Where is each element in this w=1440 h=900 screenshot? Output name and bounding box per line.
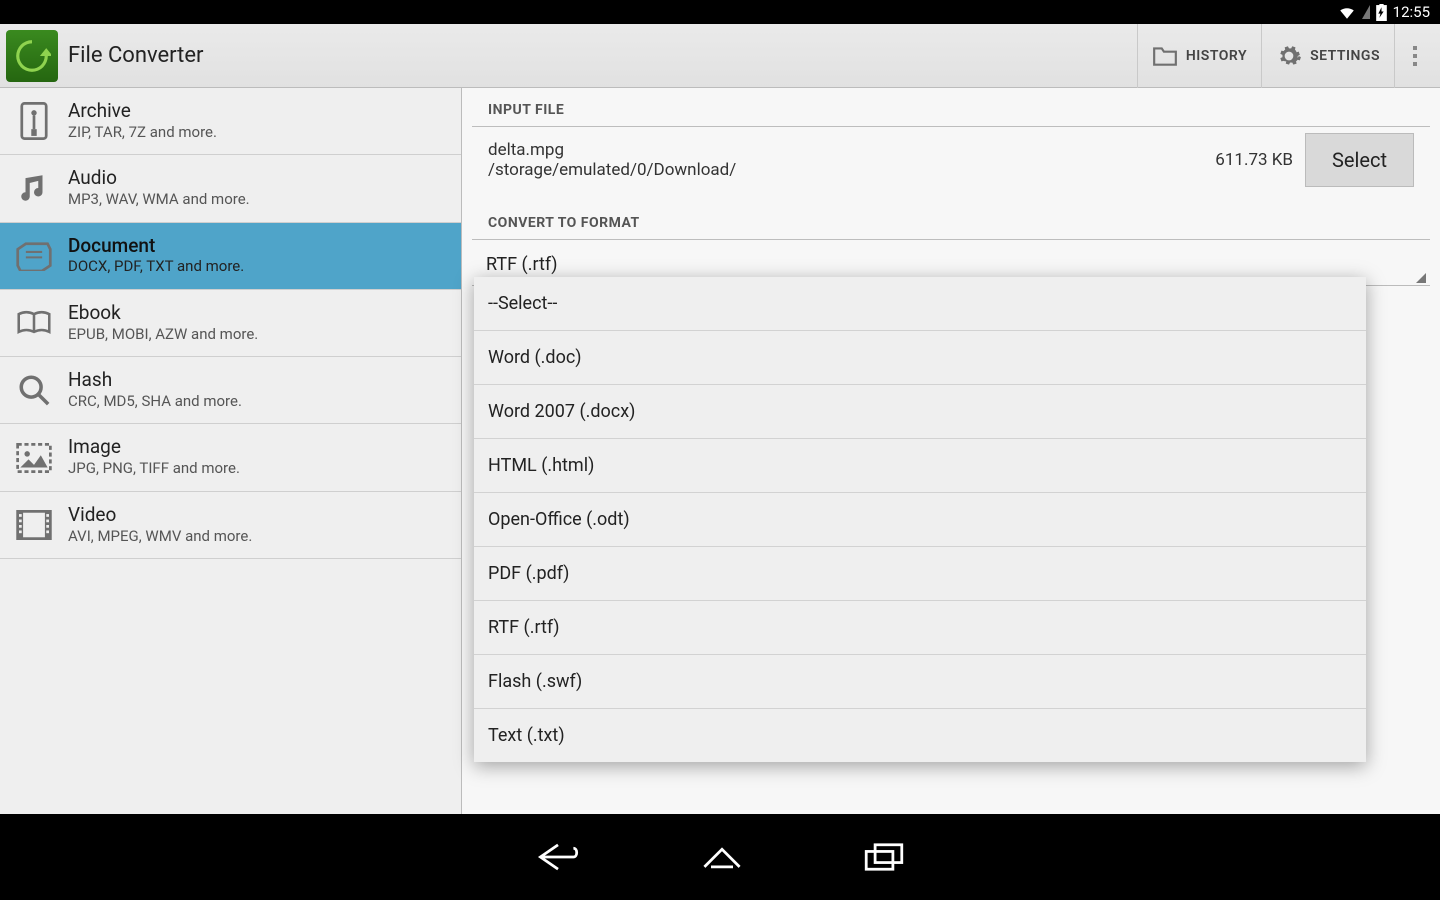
music-note-icon	[17, 171, 51, 205]
dropdown-option[interactable]: RTF (.rtf)	[474, 601, 1366, 655]
sidebar-item-sub: AVI, MPEG, WMV and more.	[68, 527, 252, 547]
cell-signal-icon	[1362, 5, 1370, 19]
magnifier-icon	[17, 373, 51, 407]
archive-icon	[17, 102, 51, 140]
dropdown-option[interactable]: --Select--	[474, 277, 1366, 331]
history-button[interactable]: HISTORY	[1137, 24, 1261, 88]
image-icon	[16, 443, 52, 473]
battery-charging-icon	[1376, 4, 1387, 21]
format-spinner-value: RTF (.rtf)	[486, 254, 558, 275]
history-label: HISTORY	[1186, 48, 1247, 64]
sidebar-item-title: Audio	[68, 167, 250, 190]
sidebar-item-title: Hash	[68, 369, 242, 392]
sidebar-item-title: Archive	[68, 100, 217, 123]
film-icon	[16, 510, 52, 540]
sidebar-item-sub: JPG, PNG, TIFF and more.	[68, 459, 240, 479]
app-title: File Converter	[68, 43, 1137, 68]
spinner-caret-icon	[1416, 273, 1426, 283]
dropdown-option[interactable]: Word 2007 (.docx)	[474, 385, 1366, 439]
input-file-path: /storage/emulated/0/Download/	[488, 160, 1215, 180]
dropdown-option[interactable]: Open-Office (.odt)	[474, 493, 1366, 547]
sidebar-item-audio[interactable]: AudioMP3, WAV, WMA and more.	[0, 155, 461, 222]
sidebar-item-title: Image	[68, 436, 240, 459]
back-button[interactable]	[536, 840, 580, 874]
sidebar-item-sub: EPUB, MOBI, AZW and more.	[68, 325, 258, 345]
android-status-bar: 12:55	[0, 0, 1440, 24]
sidebar-item-title: Video	[68, 504, 252, 527]
sidebar-item-ebook[interactable]: EbookEPUB, MOBI, AZW and more.	[0, 290, 461, 357]
sidebar-item-sub: ZIP, TAR, 7Z and more.	[68, 123, 217, 143]
sidebar-item-sub: CRC, MD5, SHA and more.	[68, 392, 242, 412]
android-nav-bar	[0, 814, 1440, 900]
sidebar-item-hash[interactable]: HashCRC, MD5, SHA and more.	[0, 357, 461, 424]
sidebar-item-archive[interactable]: ArchiveZIP, TAR, 7Z and more.	[0, 88, 461, 155]
dropdown-option[interactable]: Flash (.swf)	[474, 655, 1366, 709]
settings-button[interactable]: SETTINGS	[1261, 24, 1394, 88]
dropdown-option[interactable]: PDF (.pdf)	[474, 547, 1366, 601]
select-file-button[interactable]: Select	[1305, 133, 1414, 187]
input-file-row: delta.mpg /storage/emulated/0/Download/ …	[472, 127, 1430, 201]
sidebar-item-title: Ebook	[68, 302, 258, 325]
home-button[interactable]	[700, 842, 744, 872]
app-bar: File Converter HISTORY SETTINGS	[0, 24, 1440, 88]
settings-label: SETTINGS	[1310, 48, 1380, 64]
dropdown-option[interactable]: Text (.txt)	[474, 709, 1366, 762]
divider	[472, 239, 1430, 240]
sidebar-item-sub: DOCX, PDF, TXT and more.	[68, 257, 244, 277]
sidebar-item-title: Document	[68, 235, 244, 258]
input-file-label: INPUT FILE	[472, 88, 1430, 126]
folder-icon	[1152, 45, 1178, 67]
book-icon	[16, 309, 52, 337]
document-icon	[15, 241, 53, 271]
category-sidebar: ArchiveZIP, TAR, 7Z and more. AudioMP3, …	[0, 88, 462, 814]
convert-format-label: CONVERT TO FORMAT	[472, 201, 1430, 239]
format-dropdown[interactable]: --Select-- Word (.doc) Word 2007 (.docx)…	[474, 277, 1366, 762]
app-logo-icon	[6, 30, 58, 82]
sidebar-item-document[interactable]: DocumentDOCX, PDF, TXT and more.	[0, 223, 461, 290]
wifi-icon	[1338, 5, 1356, 19]
overflow-menu-button[interactable]	[1394, 24, 1434, 88]
sidebar-item-video[interactable]: VideoAVI, MPEG, WMV and more.	[0, 492, 461, 559]
sidebar-item-sub: MP3, WAV, WMA and more.	[68, 190, 250, 210]
gear-icon	[1276, 43, 1302, 69]
sidebar-item-image[interactable]: ImageJPG, PNG, TIFF and more.	[0, 424, 461, 491]
input-file-name: delta.mpg	[488, 140, 1215, 160]
recent-apps-button[interactable]	[864, 842, 904, 872]
status-clock: 12:55	[1393, 3, 1430, 21]
dropdown-option[interactable]: HTML (.html)	[474, 439, 1366, 493]
dropdown-option[interactable]: Word (.doc)	[474, 331, 1366, 385]
input-file-size: 611.73 KB	[1215, 150, 1293, 170]
